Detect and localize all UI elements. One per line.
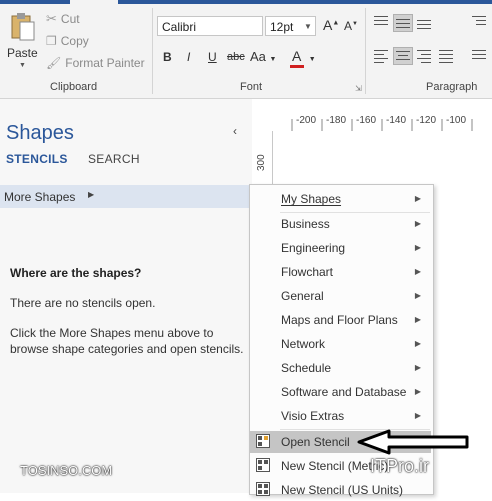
shrink-font-button[interactable]: A▼ bbox=[344, 19, 358, 33]
paste-label: Paste bbox=[7, 46, 38, 60]
font-size-value: 12pt bbox=[270, 20, 294, 34]
ruler-ticks bbox=[291, 119, 473, 131]
align-bottom-icon[interactable] bbox=[415, 14, 433, 30]
chevron-right-icon: ▶ bbox=[414, 315, 421, 324]
format-painter-label: Format Painter bbox=[65, 56, 145, 70]
watermark-text: TOSINSO.COM bbox=[20, 463, 113, 478]
chevron-right-icon: ▶ bbox=[414, 387, 421, 396]
help-heading: Where are the shapes? bbox=[10, 266, 142, 280]
chevron-down-icon: ▼ bbox=[19, 62, 26, 69]
chevron-right-icon: ▶ bbox=[414, 243, 421, 252]
help-text: browse shape categories and open stencil… bbox=[10, 342, 244, 356]
menu-item-software-database[interactable]: Software and Database ▶ bbox=[250, 381, 431, 403]
more-shapes-label: More Shapes bbox=[4, 190, 76, 204]
align-top-icon[interactable] bbox=[372, 14, 390, 30]
menu-item-label: Maps and Floor Plans bbox=[281, 313, 398, 327]
chevron-right-icon: ▶ bbox=[414, 291, 421, 300]
help-text: Click the More Shapes menu above to bbox=[10, 326, 214, 340]
justify-icon[interactable] bbox=[437, 48, 455, 64]
font-size-select[interactable]: 12pt ▼ bbox=[265, 16, 316, 36]
align-left-icon[interactable] bbox=[372, 48, 390, 64]
copy-label: Copy bbox=[60, 34, 89, 48]
help-text: There are no stencils open. bbox=[10, 296, 156, 310]
menu-item-visio-extras[interactable]: Visio Extras ▶ bbox=[250, 405, 431, 427]
underline-button[interactable]: U bbox=[208, 50, 217, 64]
menu-item-label: Schedule bbox=[281, 361, 332, 375]
cut-label: Cut bbox=[60, 12, 80, 26]
shapes-panel-title: Shapes bbox=[6, 122, 74, 144]
menu-item-label: My Shapes bbox=[281, 192, 342, 206]
menu-item-label: General bbox=[281, 289, 324, 303]
distribute-icon[interactable] bbox=[470, 48, 488, 64]
menu-item-general[interactable]: General ▶ bbox=[250, 285, 431, 307]
menu-item-label: Engineering bbox=[281, 241, 346, 255]
more-shapes-button[interactable]: More Shapes ▶ bbox=[0, 185, 249, 208]
bold-button[interactable]: B bbox=[163, 50, 172, 64]
italic-button[interactable]: I bbox=[187, 50, 190, 64]
menu-item-label: Business bbox=[281, 217, 330, 231]
menu-item-schedule[interactable]: Schedule ▶ bbox=[250, 357, 431, 379]
chevron-right-icon: ▶ bbox=[414, 339, 421, 348]
chevron-down-icon: ▼ bbox=[304, 21, 312, 31]
dialog-launcher-icon[interactable]: ⇲ bbox=[355, 84, 362, 93]
ribbon-accent-bar bbox=[0, 0, 492, 4]
chevron-right-icon: ▶ bbox=[414, 219, 421, 228]
tab-stencils[interactable]: STENCILS bbox=[6, 152, 68, 166]
horizontal-ruler: -200 -180 -160 -140 -120 -100 bbox=[252, 111, 492, 132]
chevron-right-icon: ▶ bbox=[414, 267, 421, 276]
menu-item-new-stencil-us[interactable]: New Stencil (US Units) bbox=[250, 479, 431, 501]
menu-item-network[interactable]: Network ▶ bbox=[250, 333, 431, 355]
menu-item-label: New Stencil (US Units) bbox=[281, 483, 404, 497]
font-group-label: Font bbox=[240, 81, 263, 93]
menu-item-flowchart[interactable]: Flowchart ▶ bbox=[250, 261, 431, 283]
menu-item-maps-floor-plans[interactable]: Maps and Floor Plans ▶ bbox=[250, 309, 431, 331]
format-painter-button[interactable]: 🖌 Format Painter bbox=[46, 56, 145, 70]
brush-icon: 🖌 bbox=[46, 56, 62, 70]
clipboard-group-label: Clipboard bbox=[50, 81, 98, 93]
copy-button[interactable]: ❐ Copy bbox=[46, 34, 89, 48]
menu-item-my-shapes[interactable]: My Shapes ▶ bbox=[250, 188, 431, 210]
new-stencil-icon bbox=[256, 482, 270, 496]
font-family-value: Calibri bbox=[162, 20, 197, 34]
paragraph-group-label: Paragraph bbox=[426, 81, 478, 93]
paste-icon bbox=[11, 13, 35, 41]
ribbon-separator bbox=[365, 8, 366, 94]
align-right-icon[interactable] bbox=[415, 48, 433, 64]
font-color-button[interactable]: A ▼ bbox=[290, 48, 316, 68]
menu-item-label: Open Stencil bbox=[281, 435, 350, 449]
scissors-icon: ✂ bbox=[46, 11, 57, 26]
cut-button[interactable]: ✂ Cut bbox=[46, 11, 80, 27]
chevron-right-icon: ▶ bbox=[414, 363, 421, 372]
font-family-select[interactable]: Calibri bbox=[157, 16, 263, 36]
menu-item-business[interactable]: Business ▶ bbox=[250, 213, 431, 235]
watermark-text: ITPro.ir bbox=[370, 456, 430, 476]
paste-button[interactable]: Paste ▼ bbox=[4, 12, 40, 74]
indent-icon[interactable] bbox=[470, 14, 488, 30]
align-center-icon[interactable] bbox=[393, 47, 413, 65]
chevron-right-icon: ▶ bbox=[88, 190, 95, 199]
align-middle-icon[interactable] bbox=[393, 14, 413, 32]
menu-item-label: Software and Database bbox=[281, 385, 407, 399]
menu-item-label: Flowchart bbox=[281, 265, 334, 279]
ribbon: Paste ▼ ✂ Cut ❐ Copy 🖌 Format Painter Cl… bbox=[0, 0, 492, 99]
tab-search[interactable]: SEARCH bbox=[88, 152, 140, 166]
menu-item-label: Visio Extras bbox=[281, 409, 345, 423]
menu-item-engineering[interactable]: Engineering ▶ bbox=[250, 237, 431, 259]
chevron-right-icon: ▶ bbox=[414, 194, 421, 203]
vertical-ruler: 300 bbox=[252, 131, 273, 191]
new-stencil-icon bbox=[256, 458, 270, 472]
chevron-right-icon: ▶ bbox=[414, 411, 421, 420]
copy-icon: ❐ bbox=[46, 34, 57, 48]
annotation-arrow-icon bbox=[357, 429, 469, 455]
ribbon-separator bbox=[152, 8, 153, 94]
strikethrough-button[interactable]: abc bbox=[227, 51, 245, 63]
ruler-tick-label: 300 bbox=[256, 154, 267, 171]
grow-font-button[interactable]: A▲ bbox=[323, 17, 339, 33]
open-stencil-icon bbox=[256, 434, 270, 448]
collapse-panel-icon[interactable]: ‹ bbox=[233, 124, 237, 138]
change-case-button[interactable]: Aa ▼ bbox=[250, 49, 276, 64]
menu-item-label: Network bbox=[281, 337, 326, 351]
